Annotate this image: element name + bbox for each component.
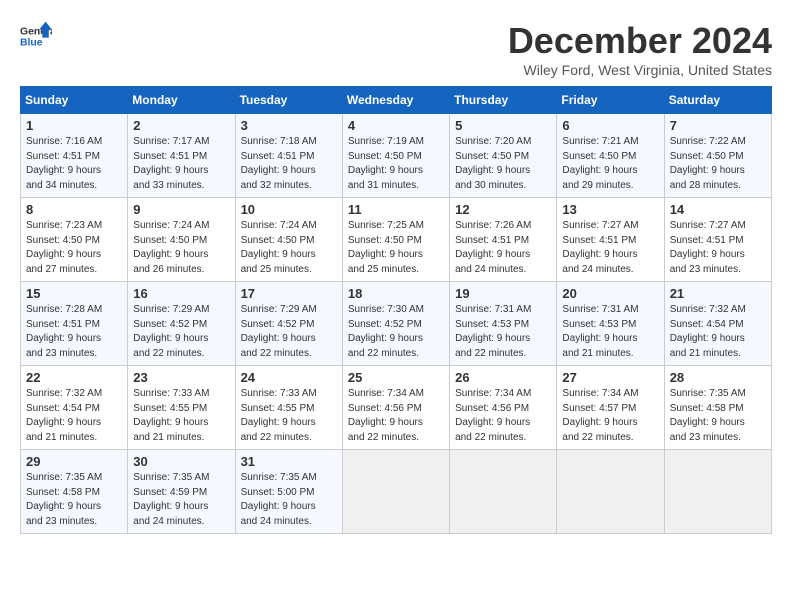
calendar-cell: 21Sunrise: 7:32 AMSunset: 4:54 PMDayligh… bbox=[664, 282, 771, 366]
calendar-table: SundayMondayTuesdayWednesdayThursdayFrid… bbox=[20, 86, 772, 534]
calendar-cell: 5Sunrise: 7:20 AMSunset: 4:50 PMDaylight… bbox=[450, 114, 557, 198]
calendar-cell bbox=[557, 450, 664, 534]
calendar-cell: 7Sunrise: 7:22 AMSunset: 4:50 PMDaylight… bbox=[664, 114, 771, 198]
calendar-row: 29Sunrise: 7:35 AMSunset: 4:58 PMDayligh… bbox=[21, 450, 772, 534]
calendar-cell bbox=[342, 450, 449, 534]
calendar-cell: 3Sunrise: 7:18 AMSunset: 4:51 PMDaylight… bbox=[235, 114, 342, 198]
calendar-cell bbox=[664, 450, 771, 534]
calendar-cell: 24Sunrise: 7:33 AMSunset: 4:55 PMDayligh… bbox=[235, 366, 342, 450]
logo: General Blue bbox=[20, 20, 52, 52]
calendar-cell: 20Sunrise: 7:31 AMSunset: 4:53 PMDayligh… bbox=[557, 282, 664, 366]
calendar-header-row: SundayMondayTuesdayWednesdayThursdayFrid… bbox=[21, 87, 772, 114]
svg-text:Blue: Blue bbox=[20, 38, 43, 49]
location: Wiley Ford, West Virginia, United States bbox=[508, 62, 772, 78]
title-block: December 2024 Wiley Ford, West Virginia,… bbox=[508, 20, 772, 78]
calendar-cell: 13Sunrise: 7:27 AMSunset: 4:51 PMDayligh… bbox=[557, 198, 664, 282]
calendar-cell: 16Sunrise: 7:29 AMSunset: 4:52 PMDayligh… bbox=[128, 282, 235, 366]
calendar-cell: 17Sunrise: 7:29 AMSunset: 4:52 PMDayligh… bbox=[235, 282, 342, 366]
calendar-cell: 6Sunrise: 7:21 AMSunset: 4:50 PMDaylight… bbox=[557, 114, 664, 198]
calendar-cell: 30Sunrise: 7:35 AMSunset: 4:59 PMDayligh… bbox=[128, 450, 235, 534]
calendar-cell: 9Sunrise: 7:24 AMSunset: 4:50 PMDaylight… bbox=[128, 198, 235, 282]
calendar-cell: 12Sunrise: 7:26 AMSunset: 4:51 PMDayligh… bbox=[450, 198, 557, 282]
calendar-body: 1Sunrise: 7:16 AMSunset: 4:51 PMDaylight… bbox=[21, 114, 772, 534]
header-friday: Friday bbox=[557, 87, 664, 114]
header-sunday: Sunday bbox=[21, 87, 128, 114]
calendar-cell: 10Sunrise: 7:24 AMSunset: 4:50 PMDayligh… bbox=[235, 198, 342, 282]
header-thursday: Thursday bbox=[450, 87, 557, 114]
calendar-cell: 25Sunrise: 7:34 AMSunset: 4:56 PMDayligh… bbox=[342, 366, 449, 450]
calendar-cell: 18Sunrise: 7:30 AMSunset: 4:52 PMDayligh… bbox=[342, 282, 449, 366]
calendar-cell: 31Sunrise: 7:35 AMSunset: 5:00 PMDayligh… bbox=[235, 450, 342, 534]
calendar-row: 8Sunrise: 7:23 AMSunset: 4:50 PMDaylight… bbox=[21, 198, 772, 282]
calendar-cell: 1Sunrise: 7:16 AMSunset: 4:51 PMDaylight… bbox=[21, 114, 128, 198]
calendar-cell: 29Sunrise: 7:35 AMSunset: 4:58 PMDayligh… bbox=[21, 450, 128, 534]
logo-icon: General Blue bbox=[20, 20, 52, 52]
header-tuesday: Tuesday bbox=[235, 87, 342, 114]
calendar-row: 1Sunrise: 7:16 AMSunset: 4:51 PMDaylight… bbox=[21, 114, 772, 198]
header-saturday: Saturday bbox=[664, 87, 771, 114]
calendar-cell: 4Sunrise: 7:19 AMSunset: 4:50 PMDaylight… bbox=[342, 114, 449, 198]
calendar-cell bbox=[450, 450, 557, 534]
calendar-cell: 27Sunrise: 7:34 AMSunset: 4:57 PMDayligh… bbox=[557, 366, 664, 450]
header-wednesday: Wednesday bbox=[342, 87, 449, 114]
page-header: General Blue December 2024 Wiley Ford, W… bbox=[20, 20, 772, 78]
month-title: December 2024 bbox=[508, 20, 772, 62]
calendar-cell: 2Sunrise: 7:17 AMSunset: 4:51 PMDaylight… bbox=[128, 114, 235, 198]
calendar-cell: 22Sunrise: 7:32 AMSunset: 4:54 PMDayligh… bbox=[21, 366, 128, 450]
calendar-cell: 8Sunrise: 7:23 AMSunset: 4:50 PMDaylight… bbox=[21, 198, 128, 282]
calendar-cell: 19Sunrise: 7:31 AMSunset: 4:53 PMDayligh… bbox=[450, 282, 557, 366]
calendar-cell: 28Sunrise: 7:35 AMSunset: 4:58 PMDayligh… bbox=[664, 366, 771, 450]
calendar-cell: 14Sunrise: 7:27 AMSunset: 4:51 PMDayligh… bbox=[664, 198, 771, 282]
header-monday: Monday bbox=[128, 87, 235, 114]
calendar-row: 15Sunrise: 7:28 AMSunset: 4:51 PMDayligh… bbox=[21, 282, 772, 366]
calendar-cell: 15Sunrise: 7:28 AMSunset: 4:51 PMDayligh… bbox=[21, 282, 128, 366]
calendar-row: 22Sunrise: 7:32 AMSunset: 4:54 PMDayligh… bbox=[21, 366, 772, 450]
calendar-cell: 23Sunrise: 7:33 AMSunset: 4:55 PMDayligh… bbox=[128, 366, 235, 450]
calendar-cell: 26Sunrise: 7:34 AMSunset: 4:56 PMDayligh… bbox=[450, 366, 557, 450]
calendar-cell: 11Sunrise: 7:25 AMSunset: 4:50 PMDayligh… bbox=[342, 198, 449, 282]
